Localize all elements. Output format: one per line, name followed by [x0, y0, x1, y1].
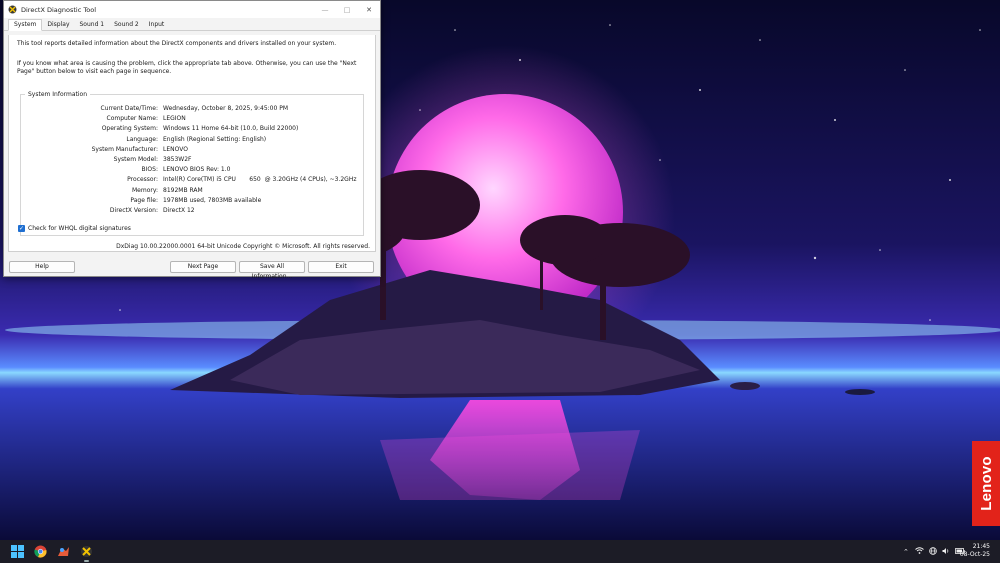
- taskbar-clock[interactable]: 21:45 08-Oct-25: [960, 543, 990, 559]
- taskbar: ⌃ 21:45 08-Oct-25: [0, 540, 1000, 563]
- info-row-date-time: Current Date/Time: Wednesday, October 8,…: [21, 104, 363, 113]
- tab-input[interactable]: Input: [144, 20, 170, 30]
- info-label: Memory:: [132, 186, 158, 194]
- instructions-text: If you know what area is causing the pro…: [17, 60, 357, 75]
- info-row-computer-name: Computer Name: LEGION: [21, 114, 363, 123]
- maximize-button[interactable]: □: [336, 1, 358, 18]
- help-button[interactable]: Help: [9, 261, 75, 273]
- chrome-icon[interactable]: [34, 545, 47, 558]
- whql-label: Check for WHQL digital signatures: [28, 225, 131, 232]
- info-value: DirectX 12: [163, 207, 195, 214]
- info-value: Windows 11 Home 64-bit (10.0, Build 2200…: [163, 125, 299, 133]
- clock-time: 21:45: [972, 543, 990, 550]
- intro-text: This tool reports detailed information a…: [17, 40, 337, 47]
- close-icon: ✕: [366, 5, 372, 14]
- save-all-information-button[interactable]: Save All Information...: [239, 261, 305, 280]
- info-value: English (Regional Setting: English): [163, 135, 267, 143]
- info-row-operating-system: Operating System: Windows 11 Home 64-bit…: [21, 124, 363, 133]
- system-tab-panel: This tool reports detailed information a…: [8, 35, 376, 252]
- checkmark-icon: ✓: [18, 225, 25, 232]
- info-label: Current Date/Time:: [100, 105, 158, 112]
- lenovo-logo-text: Lenovo: [977, 456, 995, 511]
- dxdiag-app-icon: [8, 5, 17, 14]
- whql-checkbox[interactable]: ✓: [18, 225, 25, 232]
- info-label: Language:: [126, 135, 158, 143]
- info-value: LENOVO BIOS Rev: 1.0: [163, 166, 231, 174]
- info-value: LEGION: [163, 115, 186, 123]
- chevron-up-icon[interactable]: ⌃: [903, 548, 909, 556]
- tab-sound-2[interactable]: Sound 2: [109, 20, 144, 30]
- info-label: Computer Name:: [106, 115, 158, 123]
- info-row-memory: Memory: 8192MB RAM: [21, 186, 363, 195]
- info-label: System Model:: [113, 156, 158, 163]
- system-information-group: System Information Current Date/Time: We…: [20, 91, 364, 236]
- next-page-button[interactable]: Next Page: [170, 261, 236, 273]
- info-label: BIOS:: [141, 166, 158, 174]
- speaker-icon[interactable]: [942, 547, 950, 557]
- tab-system[interactable]: System: [8, 19, 43, 31]
- minimize-icon: —: [321, 5, 329, 14]
- info-label: Page file:: [130, 196, 158, 204]
- maximize-icon: □: [343, 5, 351, 14]
- exit-button[interactable]: Exit: [308, 261, 374, 273]
- info-row-processor: Processor: Intel(R) Core(TM) i5 CPU 650 …: [21, 175, 363, 184]
- minimize-button[interactable]: —: [314, 1, 336, 18]
- info-value: 1978MB used, 7803MB available: [163, 196, 262, 204]
- window-title: DirectX Diagnostic Tool: [21, 5, 97, 14]
- info-label: Processor:: [127, 176, 158, 184]
- info-row-system-model: System Model: 3853W2F: [21, 155, 363, 164]
- info-label: System Manufacturer:: [91, 145, 158, 153]
- info-row-system-manufacturer: System Manufacturer: LENOVO: [21, 145, 363, 154]
- tab-strip: System Display Sound 1 Sound 2 Input: [4, 18, 380, 31]
- info-row-language: Language: English (Regional Setting: Eng…: [21, 135, 363, 144]
- info-label: DirectX Version:: [109, 207, 158, 214]
- whql-checkbox-row[interactable]: ✓ Check for WHQL digital signatures: [18, 225, 131, 232]
- clock-date: 08-Oct-25: [959, 551, 990, 558]
- system-information-legend: System Information: [25, 91, 91, 98]
- lenovo-logo-badge: Lenovo: [972, 441, 1000, 526]
- dxdiag-version-text: DxDiag 10.00.22000.0001 64-bit Unicode C…: [116, 243, 370, 250]
- dxdiag-window: DirectX Diagnostic Tool — □ ✕ System Dis…: [3, 0, 381, 280]
- tab-display[interactable]: Display: [42, 20, 74, 30]
- info-value: Intel(R) Core(TM) i5 CPU 650 @ 3.20GHz (…: [163, 176, 357, 184]
- info-label: Operating System:: [101, 125, 158, 133]
- close-button[interactable]: ✕: [358, 1, 380, 18]
- globe-icon[interactable]: [929, 546, 937, 557]
- paint-app-icon[interactable]: [57, 545, 70, 558]
- info-row-bios: BIOS: LENOVO BIOS Rev: 1.0: [21, 165, 363, 174]
- info-row-directx-version: DirectX Version: DirectX 12: [21, 206, 363, 215]
- info-value: 3853W2F: [163, 156, 192, 163]
- system-tray: ⌃: [903, 540, 965, 563]
- info-value: 8192MB RAM: [163, 186, 203, 194]
- title-bar[interactable]: DirectX Diagnostic Tool — □ ✕: [4, 1, 380, 18]
- dxdiag-icon[interactable]: [80, 545, 93, 562]
- windows-start-icon[interactable]: [11, 545, 24, 558]
- info-row-page-file: Page file: 1978MB used, 7803MB available: [21, 196, 363, 205]
- wifi-icon[interactable]: [915, 547, 924, 556]
- tab-sound-1[interactable]: Sound 1: [75, 20, 110, 30]
- info-value: LENOVO: [163, 145, 188, 153]
- info-value: Wednesday, October 8, 2025, 9:45:00 PM: [163, 105, 289, 112]
- active-indicator: [84, 560, 89, 562]
